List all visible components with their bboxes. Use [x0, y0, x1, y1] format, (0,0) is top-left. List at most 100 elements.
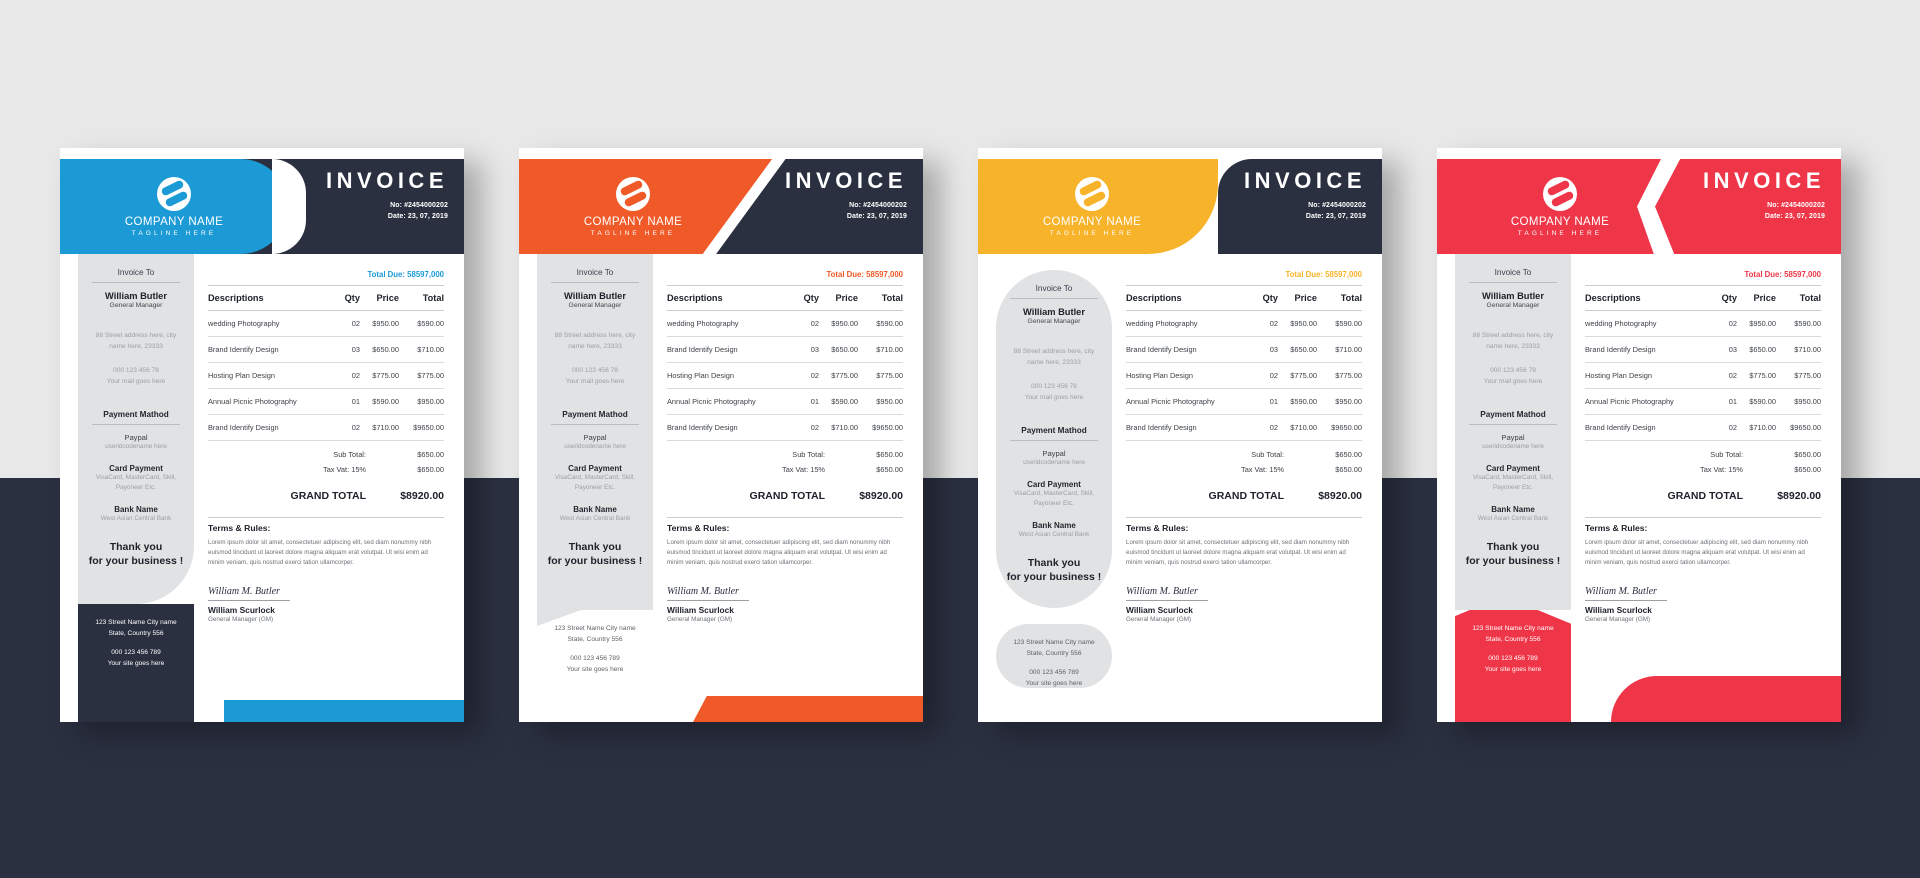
row-total: $9650.00 [1775, 414, 1821, 441]
tax-label: Tax Vat: 15% [1241, 465, 1284, 474]
card-payment-value-1: VisaCard, MasterCard, Skill, [1472, 474, 1554, 482]
bottom-accent-bar [224, 700, 464, 722]
footer-phone: 000 123 456 789 [111, 649, 161, 657]
divider [1585, 600, 1667, 602]
table-row: Brand Identify Design 02 $710.00 $9650.0… [667, 414, 903, 441]
divider [1126, 600, 1208, 602]
signer-name: William Scurlock [1126, 605, 1193, 616]
signer-name: William Scurlock [1585, 605, 1652, 616]
row-total: $950.00 [857, 388, 903, 415]
row-price: $710.00 [1736, 414, 1776, 441]
invoice-number: No: #2454000202 [1308, 202, 1366, 209]
row-qty: 02 [1255, 310, 1278, 337]
invoice-title-block: INVOICE No: #2454000202 Date: 23, 07, 20… [1244, 170, 1366, 222]
column-descriptions: Descriptions [667, 285, 797, 311]
client-phone: 000 123 456 78 [113, 366, 159, 374]
payment-method-label: Payment Mathod [103, 409, 169, 419]
sub-total-label: Sub Total: [792, 450, 825, 459]
column-price: Price [359, 285, 399, 311]
row-total: $775.00 [1775, 362, 1821, 389]
company-name: COMPANY NAME [583, 215, 683, 228]
bank-name-value: West Asian Central Bank [100, 515, 172, 523]
row-description: Hosting Plan Design [208, 362, 338, 389]
invoice-template-set: COMPANY NAME TAGLINE HERE INVOICE No: #2… [0, 0, 1920, 878]
paypal-label: Paypal [1501, 432, 1525, 442]
grand-total-value: $8920.00 [1777, 490, 1821, 502]
row-price: $775.00 [359, 362, 399, 389]
table-header-row: Descriptions Qty Price Total [667, 285, 903, 311]
divider [1010, 298, 1098, 299]
row-qty: 02 [1714, 362, 1737, 389]
card-payment-value-2: Payoneer Etc. [1033, 499, 1075, 507]
divider [667, 517, 903, 519]
row-description: Brand Identify Design [208, 336, 338, 363]
column-total: Total [857, 285, 903, 311]
payment-method-label: Payment Mathod [1480, 409, 1546, 419]
totals-table: Sub Total: $650.00 Tax Vat: 15% $650.00 … [208, 441, 444, 505]
row-price: $590.00 [818, 388, 858, 415]
card-payment-label: Card Payment [109, 464, 163, 474]
column-total: Total [1316, 285, 1362, 311]
row-description: Brand Identify Design [1126, 336, 1256, 363]
terms-heading: Terms & Rules: [1126, 523, 1189, 533]
row-description: wedding Photography [1126, 310, 1256, 337]
sub-total-label: Sub Total: [1710, 450, 1743, 459]
column-qty: Qty [1255, 285, 1278, 311]
client-mail: Your mail goes here [106, 377, 166, 385]
bank-name-label: Bank Name [114, 505, 158, 515]
row-description: Hosting Plan Design [1126, 362, 1256, 389]
row-price: $710.00 [818, 414, 858, 441]
client-address-line2: name here, 23333 [568, 342, 622, 350]
row-qty: 01 [1255, 388, 1278, 415]
company-s-mark-icon [1075, 176, 1109, 211]
row-price: $650.00 [818, 336, 858, 363]
invoice-date: Date: 23, 07, 2019 [387, 212, 448, 220]
sub-total-value: $650.00 [1335, 450, 1362, 459]
tax-value: $650.00 [417, 465, 444, 474]
client-address-line2: name here, 23333 [1027, 358, 1081, 366]
table-row: Annual Picnic Photography 01 $590.00 $95… [1585, 388, 1821, 415]
paypal-label: Paypal [124, 432, 148, 442]
paypal-value: useridcodename here [1482, 442, 1544, 450]
grand-total-row: GRAND TOTAL $8920.00 [1585, 477, 1821, 505]
row-description: Hosting Plan Design [1585, 362, 1715, 389]
total-due: Total Due: 58597,000 [1285, 270, 1362, 279]
invoice-date: Date: 23, 07, 2019 [1764, 212, 1825, 220]
row-total: $775.00 [1316, 362, 1362, 389]
bank-name-value: West Asian Central Bank [1018, 531, 1090, 539]
column-descriptions: Descriptions [1126, 285, 1256, 311]
terms-section: Terms & Rules: Lorem ipsum dolor sit ame… [667, 523, 903, 623]
row-qty: 02 [1255, 414, 1278, 441]
line-items-table: Descriptions Qty Price Total wedding Pho… [1126, 285, 1362, 441]
client-name: William Butler [105, 291, 167, 301]
page-title: INVOICE [1244, 168, 1366, 193]
row-qty: 02 [1714, 310, 1737, 337]
client-role: General Manager [1027, 318, 1081, 325]
row-description: Annual Picnic Photography [667, 388, 797, 415]
paypal-value: useridcodename here [1023, 458, 1085, 466]
row-price: $650.00 [1277, 336, 1317, 363]
column-price: Price [818, 285, 858, 311]
row-qty: 03 [1255, 336, 1278, 363]
terms-body: Lorem ipsum dolor sit amet, consectetuer… [667, 539, 891, 567]
card-payment-value-2: Payoneer Etc. [574, 483, 616, 491]
invoice-footer: 123 Street Name City name State, Country… [996, 624, 1112, 688]
invoice-table-area: Total Due: 58597,000 Descriptions Qty Pr… [208, 270, 444, 519]
card-payment-label: Card Payment [1027, 480, 1081, 490]
row-total: $775.00 [398, 362, 444, 389]
tax-row: Tax Vat: 15% $650.00 [208, 462, 444, 477]
column-qty: Qty [1714, 285, 1737, 311]
divider [92, 282, 180, 283]
company-logo-block: COMPANY NAME TAGLINE HERE [519, 159, 747, 254]
footer-address-line1: 123 Street Name City name [554, 625, 636, 632]
footer-address-line1: 123 Street Name City name [95, 619, 177, 626]
row-total: $9650.00 [857, 414, 903, 441]
table-header-row: Descriptions Qty Price Total [208, 285, 444, 311]
card-payment-label: Card Payment [568, 464, 622, 474]
client-address-line1: 88 Street address here, city [1013, 348, 1095, 355]
client-address-line1: 88 Street address here, city [1472, 332, 1554, 339]
signature-block: William M. Butler William Scurlock Gener… [1585, 586, 1821, 623]
row-qty: 02 [337, 414, 360, 441]
signer-role: General Manager (GM) [667, 616, 733, 624]
row-qty: 02 [796, 414, 819, 441]
